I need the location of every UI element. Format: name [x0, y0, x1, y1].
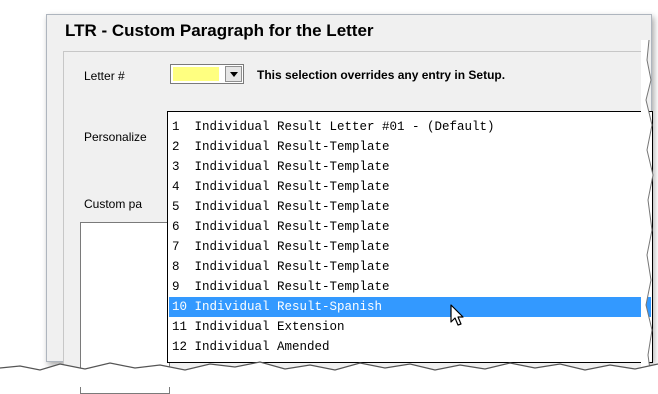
chevron-down-icon[interactable] [225, 66, 242, 82]
custom-paragraph-label: Custom pa [84, 197, 143, 211]
personalize-label: Personalize [84, 130, 147, 144]
letter-dropdown-list[interactable]: 1 Individual Result Letter #01 - (Defaul… [167, 111, 653, 363]
dropdown-item[interactable]: 11 Individual Extension [169, 317, 651, 337]
override-note: This selection overrides any entry in Se… [257, 68, 506, 82]
letter-number-value[interactable] [173, 67, 219, 81]
mouse-cursor-icon [450, 304, 464, 326]
dropdown-item[interactable]: 1 Individual Result Letter #01 - (Defaul… [169, 117, 651, 137]
dialog-title: LTR - Custom Paragraph for the Letter [65, 21, 374, 40]
dropdown-item[interactable]: 6 Individual Result-Template [169, 217, 651, 237]
letter-number-combobox[interactable] [170, 64, 244, 84]
dropdown-item[interactable]: 9 Individual Result-Template [169, 277, 651, 297]
dropdown-item[interactable]: 4 Individual Result-Template [169, 177, 651, 197]
torn-edge-right [641, 40, 654, 370]
dropdown-item[interactable]: 5 Individual Result-Template [169, 197, 651, 217]
dropdown-item[interactable]: 2 Individual Result-Template [169, 137, 651, 157]
letter-number-label: Letter # [84, 69, 125, 83]
torn-edge-bottom [0, 361, 658, 387]
dropdown-item[interactable]: 8 Individual Result-Template [169, 257, 651, 277]
dropdown-item[interactable]: 7 Individual Result-Template [169, 237, 651, 257]
dropdown-item[interactable]: 12 Individual Amended [169, 337, 651, 357]
dropdown-item[interactable]: 3 Individual Result-Template [169, 157, 651, 177]
dropdown-item-selected[interactable]: 10 Individual Result-Spanish [169, 297, 651, 317]
